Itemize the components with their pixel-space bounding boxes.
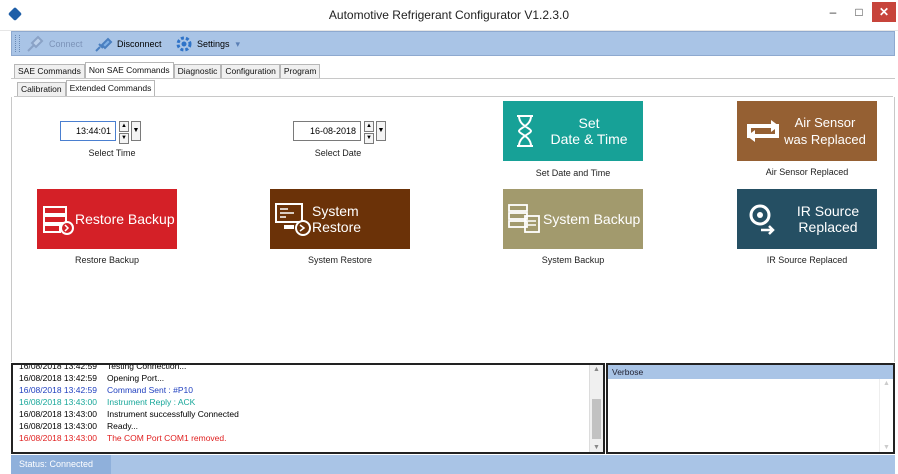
swap-arrows-icon [747, 120, 779, 142]
main-tab-bar: SAE Commands Non SAE Commands Diagnostic… [14, 62, 321, 78]
title-bar: Automotive Refrigerant Configurator V1.2… [0, 0, 898, 31]
ir-source-caption: IR Source Replaced [766, 255, 848, 265]
chevron-down-icon: ▼ [132, 127, 140, 134]
date-down-arrow-icon[interactable]: ▼ [364, 133, 374, 144]
date-updown[interactable]: ▲ ▼ [364, 121, 374, 144]
system-backup-caption: System Backup [541, 255, 605, 265]
set-date-time-line1: Set [578, 115, 600, 131]
settings-button[interactable]: Settings ▾ [174, 34, 240, 54]
verbose-panel[interactable]: Verbose ▲ ▼ [606, 363, 895, 454]
time-updown[interactable]: ▲ ▼ [119, 121, 129, 144]
tab-sae-commands[interactable]: SAE Commands [14, 64, 85, 78]
system-restore-button[interactable]: System Restore [270, 189, 410, 249]
settings-label: Settings [197, 39, 230, 49]
disconnect-plug-icon [95, 37, 113, 52]
time-dropdown-button[interactable]: ▼ [131, 121, 141, 141]
air-sensor-line1: Air Sensor [794, 115, 856, 130]
set-date-time-line2: Date & Time [550, 131, 628, 147]
status-text: Status: Connected [11, 455, 111, 474]
restore-backup-caption: Restore Backup [74, 255, 140, 265]
log-scrollbar-thumb[interactable] [592, 399, 601, 439]
log-line: 16/08/2018 13:42:59 Testing Connection... [19, 363, 187, 371]
air-sensor-caption: Air Sensor Replaced [765, 167, 849, 177]
time-down-arrow-icon[interactable]: ▼ [119, 133, 129, 144]
log-line: 16/08/2018 13:43:00 Ready... [19, 421, 139, 431]
log-panel[interactable]: 16/08/2018 13:42:59 Testing Connection...… [11, 363, 605, 454]
air-sensor-line2: was Replaced [784, 132, 866, 147]
scroll-down-icon[interactable]: ▼ [880, 444, 893, 451]
ir-source-line1: IR Source [796, 203, 860, 219]
scroll-down-icon[interactable]: ▼ [590, 444, 603, 451]
log-line: 16/08/2018 13:42:59 Opening Port... [19, 373, 165, 383]
window-title: Automotive Refrigerant Configurator V1.2… [328, 8, 570, 22]
system-backup-label: System Backup [543, 211, 641, 227]
date-up-arrow-icon[interactable]: ▲ [364, 121, 374, 132]
log-line: 16/08/2018 13:43:00 Instrument Reply : AC… [19, 397, 196, 407]
chevron-down-icon: ▼ [377, 127, 385, 134]
ir-source-replaced-button[interactable]: IR Source Replaced [737, 189, 877, 249]
tab-extended-commands[interactable]: Extended Commands [65, 80, 156, 96]
verbose-scrollbar[interactable]: ▲ ▼ [879, 379, 893, 452]
hourglass-icon [517, 115, 533, 147]
ir-source-line2: Replaced [798, 219, 858, 235]
toolbar-grip[interactable] [15, 35, 20, 52]
toolbar: Connect Disconnect Settings ▾ [11, 31, 895, 56]
air-sensor-replaced-button[interactable]: Air Sensor was Replaced [737, 101, 877, 161]
set-date-time-button[interactable]: Set Date & Time [503, 101, 643, 161]
restore-backup-label: Restore Backup [75, 211, 175, 227]
select-date-label: Select Date [314, 148, 362, 158]
log-scrollbar[interactable]: ▲ ▼ [589, 365, 603, 452]
date-dropdown-button[interactable]: ▼ [376, 121, 386, 141]
server-backup-icon [508, 204, 540, 233]
set-date-time-caption: Set Date and Time [535, 168, 611, 178]
system-restore-label: System Restore [312, 203, 362, 235]
system-restore-caption: System Restore [307, 255, 373, 265]
tab-configuration[interactable]: Configuration [221, 64, 280, 78]
verbose-title: Verbose [608, 365, 893, 379]
extended-commands-panel: 13:44:01 ▲ ▼ ▼ Select Time 16-08-2018 ▲ … [11, 97, 895, 362]
connect-label: Connect [49, 39, 83, 49]
sub-tab-bar: Calibration Extended Commands [17, 80, 156, 96]
maximize-button[interactable]: □ [846, 2, 872, 22]
tab-diagnostic[interactable]: Diagnostic [173, 64, 222, 78]
log-line: 16/08/2018 13:43:00 The COM Port COM1 rem… [19, 433, 227, 443]
log-line: 16/08/2018 13:43:00 Instrument successful… [19, 409, 239, 419]
gear-icon [176, 36, 192, 52]
date-input[interactable]: 16-08-2018 [293, 121, 361, 141]
tab-non-sae-commands[interactable]: Non SAE Commands [84, 62, 174, 78]
system-restore-icon [275, 203, 311, 236]
tab-panel-border [11, 78, 895, 79]
chevron-down-icon: ▾ [235, 38, 241, 49]
disconnect-label: Disconnect [117, 39, 162, 49]
restore-backup-button[interactable]: Restore Backup [37, 189, 177, 249]
time-up-arrow-icon[interactable]: ▲ [119, 121, 129, 132]
log-line: 16/08/2018 13:42:59 Command Sent : #P10 [19, 385, 193, 395]
scroll-up-icon[interactable]: ▲ [590, 366, 603, 373]
database-restore-icon [43, 206, 74, 235]
close-button[interactable]: ✕ [872, 2, 896, 22]
minimize-button[interactable]: – [820, 2, 846, 22]
status-bar: Status: Connected [11, 455, 895, 474]
select-time-label: Select Time [88, 148, 136, 158]
scroll-up-icon[interactable]: ▲ [880, 380, 893, 387]
tab-calibration[interactable]: Calibration [17, 82, 66, 96]
connect-button[interactable]: Connect [26, 34, 83, 54]
system-backup-button[interactable]: System Backup [503, 189, 643, 249]
disconnect-button[interactable]: Disconnect [94, 34, 162, 54]
ir-source-icon [749, 204, 775, 235]
connect-plug-icon [27, 35, 44, 52]
time-input[interactable]: 13:44:01 [60, 121, 116, 141]
tab-program[interactable]: Program [279, 64, 321, 78]
